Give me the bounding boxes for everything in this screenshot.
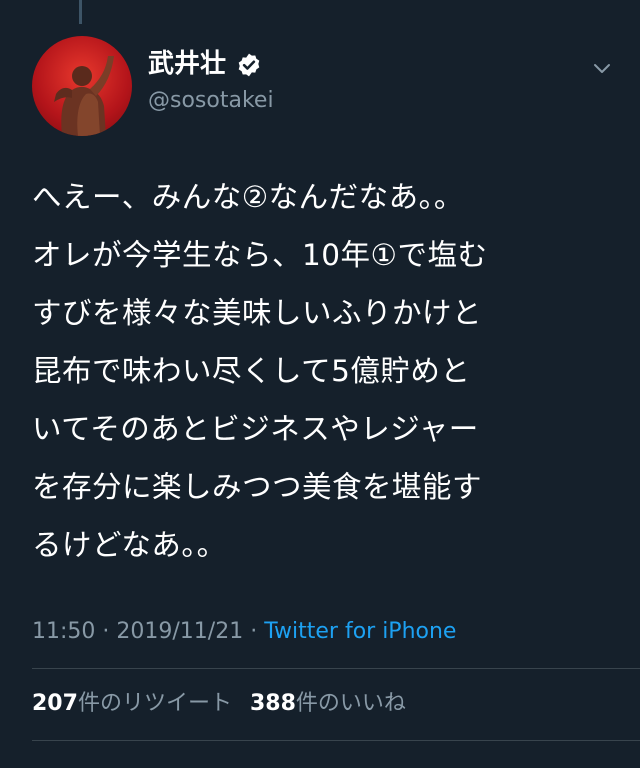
- divider: [32, 668, 640, 669]
- divider: [32, 740, 640, 741]
- avatar[interactable]: [32, 36, 132, 136]
- avatar-photo: [54, 56, 114, 136]
- tweet-text: へえー、みんな②なんだなあ。。 オレが今学生なら、10年①で塩む すびを様々な美…: [32, 180, 488, 562]
- tweet-date[interactable]: 2019/11/21: [116, 619, 243, 644]
- meta-separator: ·: [102, 619, 110, 644]
- likes-stat[interactable]: 388件のいいね: [250, 691, 406, 716]
- tweet-source-link[interactable]: Twitter for iPhone: [264, 619, 456, 644]
- meta-separator: ·: [250, 619, 258, 644]
- display-name[interactable]: 武井壮: [148, 48, 226, 80]
- chevron-down-icon[interactable]: [592, 62, 612, 76]
- tweet-time[interactable]: 11:50: [32, 619, 95, 644]
- retweets-label: 件のリツイート: [77, 691, 232, 716]
- thread-connector-line: [79, 0, 82, 24]
- retweets-stat[interactable]: 207件のリツイート: [32, 691, 232, 716]
- tweet-meta: 11:50 · 2019/11/21 · Twitter for iPhone: [32, 614, 456, 650]
- tweet-stats: 207件のリツイート 388件のいいね: [32, 686, 406, 722]
- verified-badge-icon: [238, 53, 260, 77]
- likes-count: 388: [249, 691, 296, 716]
- likes-label: 件のいいね: [295, 691, 406, 716]
- retweets-count: 207: [32, 691, 78, 716]
- user-handle[interactable]: @sosotakei: [148, 86, 274, 116]
